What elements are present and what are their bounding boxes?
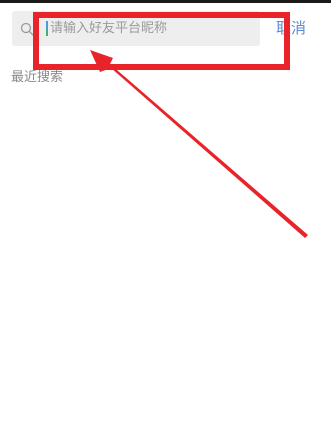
text-cursor [46,21,48,36]
search-input[interactable] [50,11,255,46]
annotation-arrow [90,50,308,238]
search-screen: 取消 最近搜索 [0,0,331,445]
status-bar-strip [0,0,331,3]
search-bar[interactable] [12,11,260,46]
cancel-button[interactable]: 取消 [276,17,306,38]
recent-searches-title: 最近搜索 [11,70,64,85]
search-icon [20,21,34,36]
